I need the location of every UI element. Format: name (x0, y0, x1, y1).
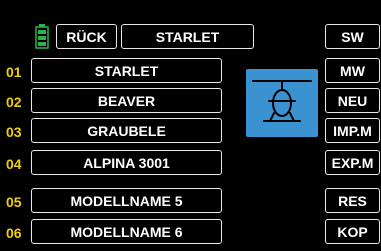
reset-button[interactable]: RES (325, 188, 380, 213)
mw-button[interactable]: MW (325, 58, 380, 83)
model-entry-button[interactable]: MODELLNAME 5 (31, 188, 222, 213)
model-name: ALPINA 3001 (83, 154, 170, 171)
model-number: 01 (6, 64, 22, 80)
model-title: STARLET (121, 24, 254, 49)
copy-button[interactable]: KOP (325, 219, 380, 244)
model-name: MODELLNAME 5 (70, 192, 183, 209)
sw-button-label: SW (341, 28, 364, 45)
model-entry-button[interactable]: BEAVER (31, 88, 222, 113)
helicopter-icon (252, 80, 312, 122)
export-model-button-label: EXP.M (331, 154, 374, 171)
model-title-label: STARLET (155, 28, 220, 45)
export-model-button[interactable]: EXP.M (325, 150, 380, 175)
model-name: MODELLNAME 6 (70, 223, 183, 240)
new-button-label: NEU (337, 92, 368, 109)
copy-button-label: KOP (337, 223, 368, 240)
model-number: 03 (6, 124, 22, 140)
reset-button-label: RES (338, 192, 367, 209)
model-type-tile (246, 69, 318, 137)
battery-icon (35, 24, 49, 49)
model-name: GRAUBELE (87, 122, 166, 139)
model-entry-button[interactable]: MODELLNAME 6 (31, 219, 222, 244)
sw-button[interactable]: SW (325, 24, 380, 49)
model-name: STARLET (94, 62, 159, 79)
model-number: 02 (6, 94, 22, 110)
import-model-button[interactable]: IMP.M (325, 118, 380, 143)
new-button[interactable]: NEU (325, 88, 380, 113)
model-number: 05 (6, 194, 22, 210)
model-name: BEAVER (97, 92, 156, 109)
model-entry-button[interactable]: ALPINA 3001 (31, 150, 222, 175)
model-entry-button[interactable]: GRAUBELE (31, 118, 222, 143)
mw-button-label: MW (340, 62, 365, 79)
model-number: 04 (6, 156, 22, 172)
import-model-button-label: IMP.M (333, 122, 372, 139)
model-number: 06 (6, 225, 22, 241)
back-button[interactable]: RÜCK (56, 24, 117, 49)
model-entry-button[interactable]: STARLET (31, 58, 222, 83)
back-button-label: RÜCK (66, 28, 107, 45)
